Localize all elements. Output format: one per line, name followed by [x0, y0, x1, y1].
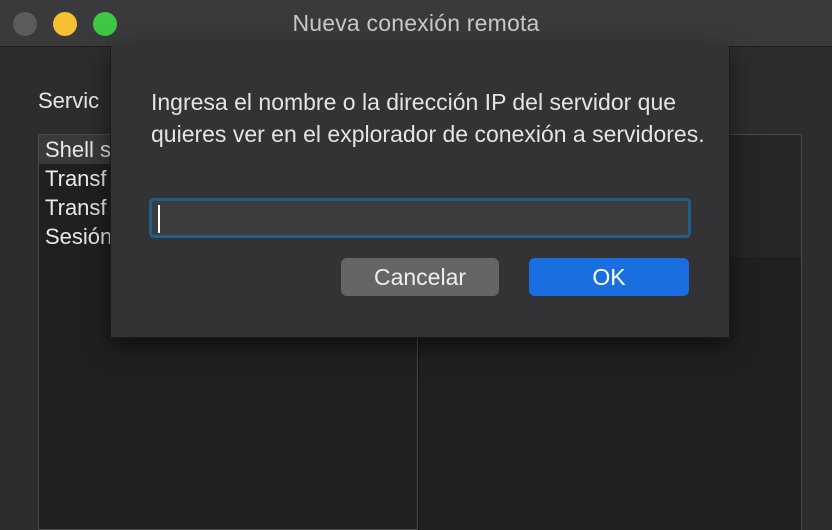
window-title: Nueva conexión remota [292, 10, 540, 36]
dialog-prompt: Ingresa el nombre o la dirección IP del … [151, 89, 705, 147]
servers-section-label: Servic [38, 88, 100, 113]
new-server-sheet: Ingresa el nombre o la dirección IP del … [110, 46, 730, 338]
cancel-button[interactable]: Cancelar [341, 258, 499, 296]
ok-button[interactable]: OK [529, 258, 689, 296]
server-address-input[interactable] [149, 198, 691, 238]
title-bar: Nueva conexión remota [0, 0, 832, 47]
remote-connection-window: Nueva conexión remota Servic Shell s Tra… [0, 0, 832, 530]
text-caret [158, 205, 160, 233]
